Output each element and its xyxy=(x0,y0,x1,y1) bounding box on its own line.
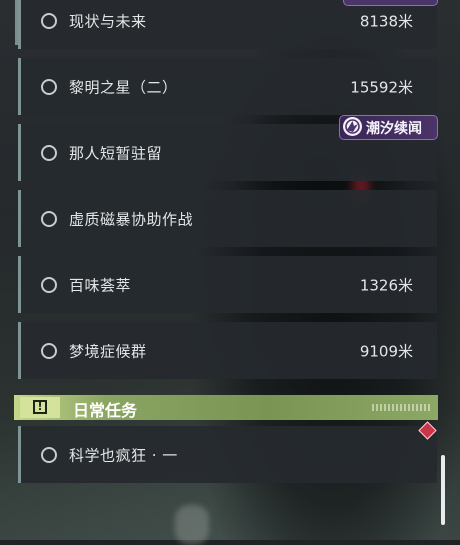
scrollbar-track[interactable] xyxy=(442,0,445,525)
tidal-sequel-badge: 潮汐续闻 xyxy=(339,115,438,140)
quest-title: 黎明之星（二） xyxy=(69,78,178,96)
quest-row[interactable]: 梦境症候群 9109米 xyxy=(18,322,437,379)
quest-title: 梦境症候群 xyxy=(69,342,147,360)
quest-title: 科学也疯狂 · 一 xyxy=(69,446,178,464)
quest-title: 那人短暂驻留 xyxy=(69,144,163,162)
quest-distance: 1326米 xyxy=(359,276,413,294)
background-art-hand xyxy=(175,505,209,545)
section-title: 日常任务 xyxy=(73,401,138,420)
quest-distance: 15592米 xyxy=(350,78,413,96)
quest-row[interactable]: 现状与未来 8138米 xyxy=(18,0,437,49)
quest-status-circle-icon xyxy=(41,12,57,29)
exclamation-icon: ! xyxy=(20,397,60,418)
quest-row[interactable]: 黎明之星（二） 15592米 xyxy=(18,58,437,115)
quest-status-circle-icon xyxy=(41,276,57,293)
quest-status-circle-icon xyxy=(41,144,57,161)
quest-status-circle-icon xyxy=(41,446,57,463)
quest-title: 现状与未来 xyxy=(69,12,147,30)
quest-status-circle-icon xyxy=(41,210,57,227)
badge-label: 潮汐续闻 xyxy=(366,121,422,137)
quest-status-circle-icon xyxy=(41,78,57,95)
quest-distance: 8138米 xyxy=(359,12,413,30)
tidal-sequel-badge-partial xyxy=(343,0,438,6)
daily-tasks-header[interactable]: ! 日常任务 xyxy=(14,395,438,420)
quest-row[interactable]: 百味荟萃 1326米 xyxy=(18,256,437,313)
quest-row[interactable]: 虚质磁暴协助作战 xyxy=(18,190,437,247)
quest-title: 虚质磁暴协助作战 xyxy=(69,210,194,228)
scrollbar-thumb[interactable] xyxy=(441,455,445,525)
quest-row[interactable]: 科学也疯狂 · 一 xyxy=(18,426,437,483)
section-decoration xyxy=(372,404,430,411)
tidal-sequel-icon xyxy=(343,117,362,136)
quest-distance: 9109米 xyxy=(359,342,413,360)
quest-status-circle-icon xyxy=(41,342,57,359)
quest-title: 百味荟萃 xyxy=(69,276,132,294)
